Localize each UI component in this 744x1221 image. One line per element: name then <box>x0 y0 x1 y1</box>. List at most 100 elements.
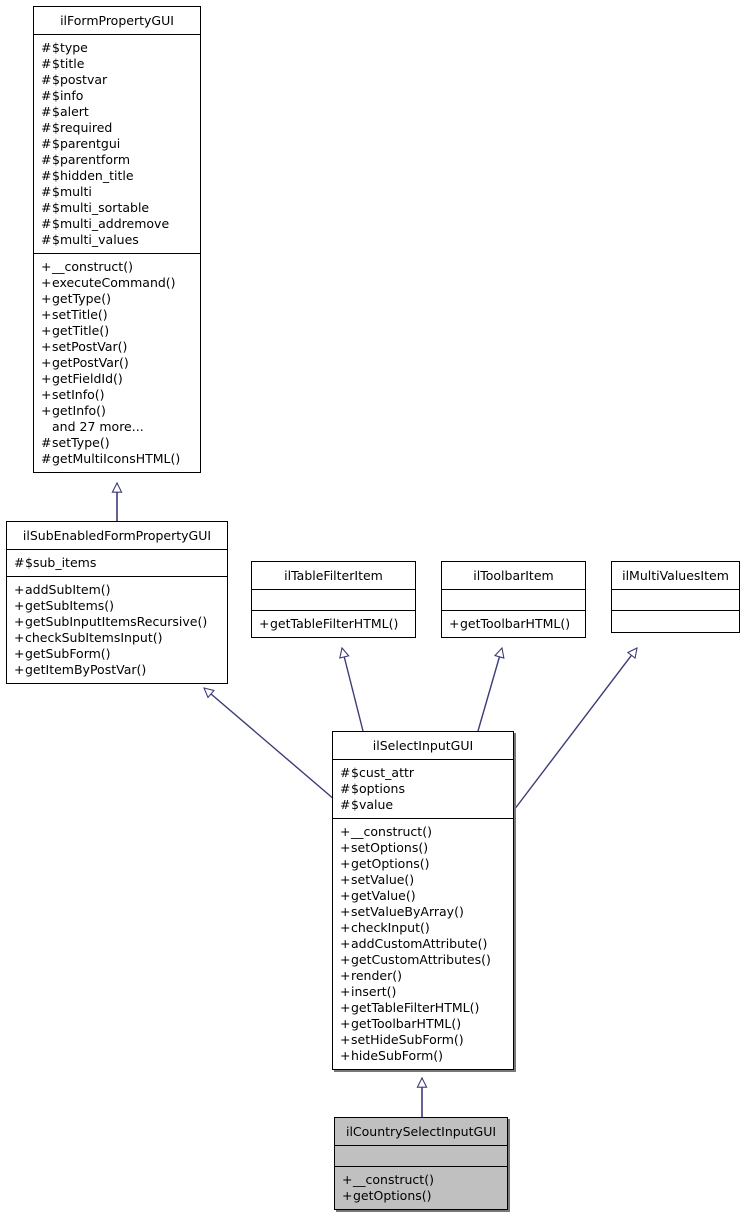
attribute-row: #$multi_addremove <box>41 216 194 232</box>
attribute-row: #$required <box>41 120 194 136</box>
visibility-marker: + <box>14 582 25 597</box>
visibility-marker: + <box>41 259 52 274</box>
visibility-marker: + <box>259 616 270 631</box>
method-row: +getToolbarHTML() <box>449 616 579 632</box>
method-row: +getSubItems() <box>14 598 221 614</box>
methods-ilsubenabledformpropertygui: +addSubItem() +getSubItems() +getSubInpu… <box>7 577 227 683</box>
method-row: +getItemByPostVar() <box>14 662 221 678</box>
class-box-ilselectinputgui[interactable]: ilSelectInputGUI #$cust_attr #$options #… <box>332 731 514 1070</box>
edge-selectinput-to-tablefilteritem <box>342 648 364 732</box>
attribute-row: #$parentgui <box>41 136 194 152</box>
visibility-marker: + <box>340 952 351 967</box>
method-row: +addCustomAttribute() <box>340 936 507 952</box>
methods-ilselectinputgui: +__construct() +setOptions() +getOptions… <box>333 819 513 1069</box>
edge-selectinput-to-subenabled <box>204 688 336 801</box>
method-label: getType() <box>52 291 111 306</box>
attribute-row: #$title <box>41 56 194 72</box>
uml-class-diagram: ilFormPropertyGUI #$type #$title #$postv… <box>0 0 744 1221</box>
method-row: +checkInput() <box>340 920 507 936</box>
visibility-marker: + <box>340 1016 351 1031</box>
method-label: getToolbarHTML() <box>460 616 571 631</box>
visibility-marker: + <box>14 662 25 677</box>
attribute-label: $value <box>351 797 394 812</box>
attribute-row: #$hidden_title <box>41 168 194 184</box>
visibility-marker: + <box>41 371 52 386</box>
method-row: +getType() <box>41 291 194 307</box>
class-name-ilcountryselectinputgui: ilCountrySelectInputGUI <box>335 1118 507 1146</box>
visibility-marker: + <box>340 1000 351 1015</box>
attribute-label: $options <box>351 781 405 796</box>
method-row: +setOptions() <box>340 840 507 856</box>
method-row: +hideSubForm() <box>340 1048 507 1064</box>
visibility-marker: # <box>41 104 52 119</box>
method-row: +__construct() <box>41 259 194 275</box>
attribute-label: $info <box>52 88 84 103</box>
attribute-row: #$alert <box>41 104 194 120</box>
attribute-row: #$type <box>41 40 194 56</box>
visibility-marker: + <box>41 275 52 290</box>
visibility-marker: + <box>41 339 52 354</box>
attributes-iltablefilteritem <box>252 590 415 611</box>
method-label: setValue() <box>351 872 415 887</box>
attribute-label: $hidden_title <box>52 168 134 183</box>
method-label: setOptions() <box>351 840 429 855</box>
method-label: __construct() <box>52 259 133 274</box>
visibility-marker: + <box>342 1188 353 1203</box>
method-label: getTitle() <box>52 323 110 338</box>
method-row: +getToolbarHTML() <box>340 1016 507 1032</box>
method-row: +getInfo() <box>41 403 194 419</box>
attributes-ilselectinputgui: #$cust_attr #$options #$value <box>333 760 513 819</box>
visibility-marker: # <box>41 435 52 450</box>
method-label: getInfo() <box>52 403 106 418</box>
method-row: +setTitle() <box>41 307 194 323</box>
method-label: hideSubForm() <box>351 1048 444 1063</box>
method-row: +setHideSubForm() <box>340 1032 507 1048</box>
attribute-row: #$info <box>41 88 194 104</box>
method-row: +__construct() <box>340 824 507 840</box>
attribute-row: #$multi_sortable <box>41 200 194 216</box>
visibility-marker: + <box>340 840 351 855</box>
attribute-row: #$sub_items <box>14 555 221 571</box>
method-label: getItemByPostVar() <box>25 662 147 677</box>
attribute-row: #$options <box>340 781 507 797</box>
method-label: and 27 more... <box>52 419 144 434</box>
visibility-marker: + <box>14 614 25 629</box>
method-row: +__construct() <box>342 1172 501 1188</box>
method-label: getOptions() <box>353 1188 432 1203</box>
class-name-iltoolbaritem: ilToolbarItem <box>442 562 585 590</box>
visibility-marker: + <box>340 968 351 983</box>
method-label: checkInput() <box>351 920 430 935</box>
method-row: #setType() <box>41 435 194 451</box>
visibility-marker: # <box>41 88 52 103</box>
class-box-ilmultivaluesitem[interactable]: ilMultiValuesItem <box>611 561 740 633</box>
class-box-iltablefilteritem[interactable]: ilTableFilterItem +getTableFilterHTML() <box>251 561 416 638</box>
visibility-marker: # <box>41 184 52 199</box>
method-row: +getOptions() <box>340 856 507 872</box>
attribute-label: $multi_values <box>52 232 139 247</box>
class-box-ilformpropertygui[interactable]: ilFormPropertyGUI #$type #$title #$postv… <box>33 6 201 473</box>
class-box-ilcountryselectinputgui[interactable]: ilCountrySelectInputGUI +__construct() +… <box>334 1117 508 1210</box>
attributes-ilformpropertygui: #$type #$title #$postvar #$info #$alert … <box>34 35 200 254</box>
method-label: addSubItem() <box>25 582 111 597</box>
class-name-ilsubenabledformpropertygui: ilSubEnabledFormPropertyGUI <box>7 522 227 550</box>
method-label: getFieldId() <box>52 371 123 386</box>
method-row: #getMultiIconsHTML() <box>41 451 194 467</box>
method-row: +executeCommand() <box>41 275 194 291</box>
method-row: +getValue() <box>340 888 507 904</box>
method-label: getOptions() <box>351 856 430 871</box>
method-row: +getSubInputItemsRecursive() <box>14 614 221 630</box>
edge-selectinput-to-multivaluesitem <box>513 648 637 811</box>
class-box-iltoolbaritem[interactable]: ilToolbarItem +getToolbarHTML() <box>441 561 586 638</box>
attribute-label: $parentgui <box>52 136 121 151</box>
method-row: +addSubItem() <box>14 582 221 598</box>
method-label: setType() <box>52 435 110 450</box>
class-name-ilformpropertygui: ilFormPropertyGUI <box>34 7 200 35</box>
method-row: +setInfo() <box>41 387 194 403</box>
methods-ilcountryselectinputgui: +__construct() +getOptions() <box>335 1167 507 1209</box>
class-box-ilsubenabledformpropertygui[interactable]: ilSubEnabledFormPropertyGUI #$sub_items … <box>6 521 228 684</box>
attribute-label: $title <box>52 56 85 71</box>
visibility-marker: # <box>340 797 351 812</box>
method-row: +getTitle() <box>41 323 194 339</box>
attribute-row: #$value <box>340 797 507 813</box>
method-row: +getTableFilterHTML() <box>340 1000 507 1016</box>
